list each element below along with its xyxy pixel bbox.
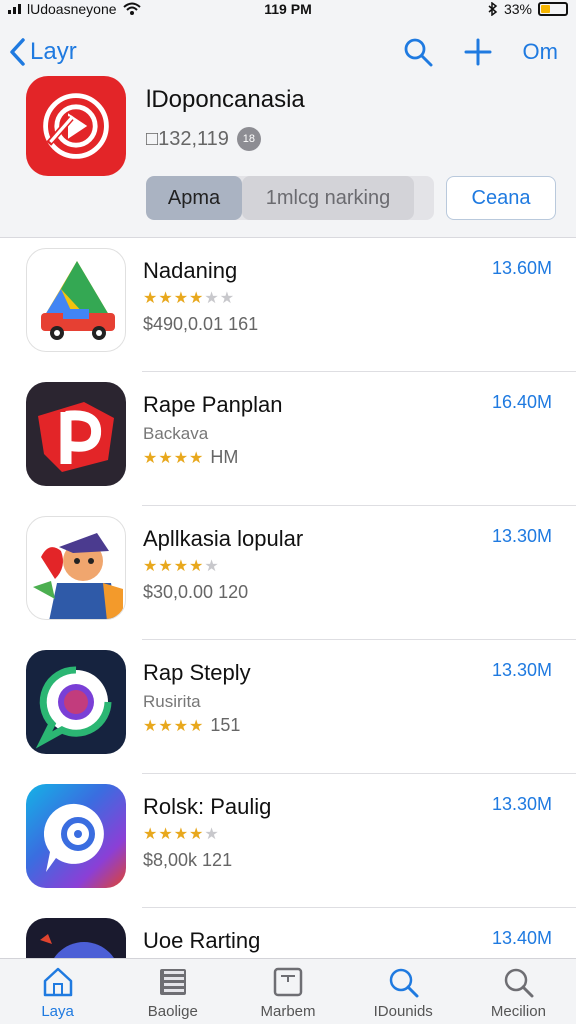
app-name: Rolsk: Paulig (143, 794, 272, 819)
app-icon (26, 248, 126, 352)
tab-idounids[interactable]: IDounids (346, 959, 461, 1024)
app-meta: ★★★★ HM (143, 447, 238, 468)
tab-label: Mecilion (490, 1003, 546, 1020)
frame-icon (273, 967, 303, 997)
app-rating: ★★★★★★ (143, 288, 235, 308)
tab-label: Marbem (260, 1003, 316, 1020)
app-name: Rape Panplan (143, 392, 283, 417)
segmented-control: Apma 1mlcg narking (146, 176, 434, 220)
app-category: Rusirita (143, 692, 201, 711)
book-icon (159, 969, 186, 995)
app-size: 13.30M (491, 660, 552, 680)
app-name: Apllkasia lopular (143, 526, 304, 551)
tab-baolige[interactable]: Baolige (115, 959, 230, 1024)
nav-bar: Layr Om (0, 32, 576, 72)
tab-bar: Laya Baolige Marbem IDounids Mecilion (0, 958, 576, 1024)
app-name: Uoe Rarting (143, 928, 261, 953)
status-bar: lUdoasneyone 119 PM 33% (0, 0, 576, 18)
star-rating: ★★★★ (143, 449, 205, 467)
tab-label: Baolige (147, 1003, 198, 1020)
hero-badge: 18 (236, 127, 261, 151)
tab-laya[interactable]: Laya (0, 959, 115, 1024)
search-icon (505, 968, 534, 998)
tab-label: IDounids (373, 1003, 433, 1020)
tab-label: Laya (41, 1003, 74, 1020)
search-icon (389, 968, 419, 998)
segment-inactive[interactable]: 1mlcg narking (242, 176, 414, 220)
app-icon (26, 650, 126, 754)
app-price: $490,0.01 161 (143, 314, 259, 334)
carrier-label: lUdoasneyone (27, 1, 117, 17)
app-rating: ★★★★★ (143, 556, 220, 576)
list-item[interactable]: Apllkasia lopular ★★★★★ $30,0.00 120 13.… (0, 506, 576, 640)
back-button[interactable]: Layr (8, 32, 77, 72)
nav-right-button[interactable]: Om (523, 39, 558, 65)
app-name: Rap Steply (143, 660, 251, 685)
wifi-icon (122, 2, 141, 15)
signal-icon (8, 4, 21, 14)
segment-active[interactable]: Apma (146, 176, 242, 220)
status-left: lUdoasneyone (8, 1, 488, 17)
chevron-left-icon (10, 38, 25, 66)
cancel-button[interactable]: Ceana (446, 176, 556, 220)
nav-actions: Om (403, 32, 558, 72)
star-rating: ★★★★★★ (143, 290, 236, 307)
star-rating: ★★★★★ (143, 558, 220, 575)
status-right: 33% (488, 1, 568, 17)
app-size: 13.30M (491, 526, 552, 546)
hero-subtitle: □132,119 18 (146, 127, 261, 151)
battery-icon (538, 2, 568, 16)
list-item[interactable]: Nadaning ★★★★★★ $490,0.01 161 13.60M (0, 238, 576, 372)
list-item[interactable]: Rap Steply Rusirita ★★★★ 151 13.30M (0, 640, 576, 774)
hero-count: □132,119 (146, 127, 229, 150)
app-price: $30,0.00 120 (143, 582, 249, 602)
search-icon[interactable] (403, 37, 433, 67)
star-rating: ★★★★ (143, 717, 205, 735)
app-meta-text: 151 (210, 715, 241, 735)
add-icon[interactable] (463, 37, 493, 67)
app-size: 13.30M (491, 794, 552, 814)
star-rating: ★★★★★ (143, 826, 220, 843)
home-icon (43, 967, 72, 997)
hero-app-icon (26, 76, 126, 176)
app-name: Nadaning (143, 258, 238, 283)
tab-marbem[interactable]: Marbem (230, 959, 345, 1024)
battery-label: 33% (503, 1, 532, 17)
app-meta-text: HM (210, 447, 239, 467)
app-rating: ★★★★★ (143, 824, 220, 844)
app-size: 16.40M (491, 392, 552, 412)
app-meta: ★★★★ 151 (143, 715, 240, 736)
header-area: Layr Om lDoponcanasia □132,119 18 Apma 1… (0, 18, 576, 238)
hero-title: lDoponcanasia (146, 86, 305, 113)
tab-mecilion[interactable]: Mecilion (461, 959, 576, 1024)
app-icon (26, 784, 126, 888)
app-price: $8,00k 121 (143, 850, 233, 870)
list-item[interactable]: Rape Panplan Backava ★★★★ HM 16.40M (0, 372, 576, 506)
app-icon (26, 382, 126, 486)
back-label: Layr (30, 38, 77, 65)
app-size: 13.60M (491, 258, 552, 278)
app-size: 13.40M (491, 928, 552, 948)
list-item[interactable]: Rolsk: Paulig ★★★★★ $8,00k 121 13.30M (0, 774, 576, 908)
app-icon (26, 516, 126, 620)
bluetooth-icon (488, 2, 498, 16)
app-category: Backava (143, 424, 209, 443)
